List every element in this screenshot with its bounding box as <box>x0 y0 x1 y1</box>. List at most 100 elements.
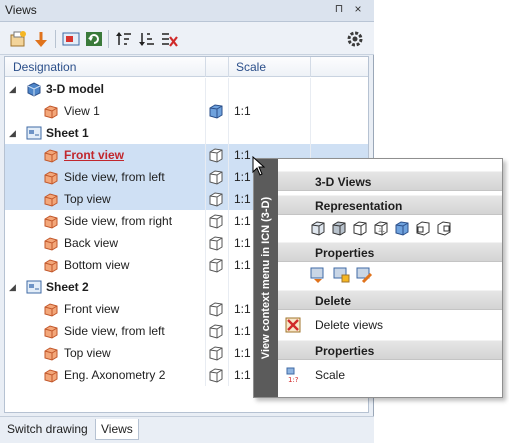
sheet-view-icon[interactable] <box>61 29 81 49</box>
cell-divider <box>205 166 206 188</box>
wireframe-cube-icon[interactable] <box>208 235 224 251</box>
shaded-edges-cube-icon[interactable] <box>330 219 348 237</box>
column-divider <box>205 57 206 77</box>
scale-value: 1:1 <box>234 236 251 250</box>
row-label: Top view <box>64 346 111 360</box>
view-icon <box>43 301 59 317</box>
column-header-designation[interactable]: Designation <box>13 60 76 74</box>
cell-divider <box>228 122 229 144</box>
expand-collapse-icon[interactable]: ◢ <box>9 83 21 95</box>
sheet-icon <box>26 279 42 295</box>
row-label: 3-D model <box>46 82 105 96</box>
scale-value: 1:1 <box>234 368 251 382</box>
tab-views[interactable]: Views <box>95 419 139 440</box>
sheet-icon <box>26 125 42 141</box>
front-cube-icon[interactable] <box>435 219 453 237</box>
context-menu-side-band: View context menu in ICN (3-D) <box>254 159 278 397</box>
wireframe-cube-icon[interactable] <box>208 345 224 361</box>
hidden-lines-cube-icon[interactable] <box>309 219 327 237</box>
cell-divider <box>228 166 229 188</box>
menu-item-scale[interactable]: 1:? Scale <box>278 363 502 387</box>
row-label: Eng. Axonometry 2 <box>64 368 166 382</box>
row-label: Bottom view <box>64 258 130 272</box>
tree-row[interactable]: View 1 1:1 <box>5 100 368 122</box>
view-properties-lock-icon[interactable] <box>332 266 350 284</box>
row-label: View 1 <box>64 104 100 118</box>
wireframe-cube-icon[interactable] <box>208 301 224 317</box>
cell-divider <box>228 100 229 122</box>
view-properties-icon[interactable] <box>309 266 327 284</box>
scale-value: 1:1 <box>234 302 251 316</box>
shaded-cube-icon[interactable] <box>208 103 224 119</box>
expand-collapse-icon[interactable]: ◢ <box>9 127 21 139</box>
view-icon <box>43 345 59 361</box>
cell-divider <box>228 144 229 166</box>
tree-group-row[interactable]: ◢ Sheet 1 <box>5 122 368 144</box>
menu-item-delete-views[interactable]: Delete views <box>278 313 502 337</box>
cell-divider <box>205 100 206 122</box>
toolbar <box>0 22 374 55</box>
view-icon <box>43 367 59 383</box>
wireframe-cube-icon[interactable] <box>208 367 224 383</box>
cell-divider <box>205 276 206 298</box>
sort-down-icon[interactable] <box>137 29 157 49</box>
refresh-icon[interactable] <box>84 29 104 49</box>
wireframe-cube-icon[interactable] <box>208 147 224 163</box>
toolbar-separator <box>108 30 109 48</box>
delete-views-icon <box>285 317 301 333</box>
section-3d-views: 3-D Views <box>278 171 502 191</box>
tree-header: Designation Scale <box>5 57 368 77</box>
scale-value: 1:1 <box>234 148 251 162</box>
orange-arrow-down-icon[interactable] <box>31 29 51 49</box>
tab-switch-drawing[interactable]: Switch drawing <box>2 419 93 440</box>
cell-divider <box>310 78 311 100</box>
column-header-scale[interactable]: Scale <box>236 60 266 74</box>
cell-divider <box>205 254 206 276</box>
row-label: Front view <box>64 148 125 162</box>
scale-value: 1:1 <box>234 192 251 206</box>
close-icon[interactable]: × <box>351 2 365 18</box>
sort-up-icon[interactable] <box>114 29 134 49</box>
cell-divider <box>205 210 206 232</box>
cell-divider <box>228 232 229 254</box>
cell-divider <box>205 364 206 386</box>
cell-divider <box>228 320 229 342</box>
dimension-cube-icon[interactable] <box>414 219 432 237</box>
pin-icon[interactable]: ⊓ <box>332 2 346 18</box>
view-properties-edit-icon[interactable] <box>355 266 373 284</box>
wireframe-cube-icon[interactable] <box>208 169 224 185</box>
wireframe-cube-icon[interactable] <box>208 191 224 207</box>
row-label: Sheet 2 <box>46 280 89 294</box>
settings-gear-icon[interactable] <box>345 29 365 49</box>
row-label: Back view <box>64 236 119 250</box>
expand-collapse-icon[interactable]: ◢ <box>9 281 21 293</box>
view-icon <box>43 169 59 185</box>
3d-model-icon <box>26 81 42 97</box>
scale-value: 1:1 <box>234 170 251 184</box>
row-label: Side view, from right <box>64 214 173 228</box>
cell-divider <box>205 188 206 210</box>
shaded-cube-icon[interactable] <box>393 219 411 237</box>
row-label: Top view <box>64 192 111 206</box>
mouse-cursor-icon <box>252 156 266 176</box>
bottom-tab-bar: Switch drawing Views <box>0 416 374 443</box>
row-label: Side view, from left <box>64 324 165 338</box>
view-context-menu: View context menu in ICN (3-D) 3-D Views… <box>253 158 503 398</box>
wireframe-cube-icon[interactable] <box>208 323 224 339</box>
wireframe-cube-icon[interactable] <box>208 213 224 229</box>
hidden-dashed-cube-icon[interactable] <box>372 219 390 237</box>
row-label: Front view <box>64 302 120 316</box>
view-icon <box>43 235 59 251</box>
cell-divider <box>205 320 206 342</box>
panel-title-bar: Views ⊓ × <box>0 0 374 22</box>
cell-divider <box>205 298 206 320</box>
context-menu-side-label: View context menu in ICN (3-D) <box>260 196 272 360</box>
tree-group-row[interactable]: ◢ 3-D model <box>5 78 368 100</box>
scale-value: 1:1 <box>234 214 251 228</box>
delete-filter-icon[interactable] <box>160 29 180 49</box>
wireframe-cube-icon[interactable] <box>351 219 369 237</box>
new-view-icon[interactable] <box>8 29 28 49</box>
cell-divider <box>205 78 206 100</box>
panel-title: Views <box>5 3 37 17</box>
wireframe-cube-icon[interactable] <box>208 257 224 273</box>
